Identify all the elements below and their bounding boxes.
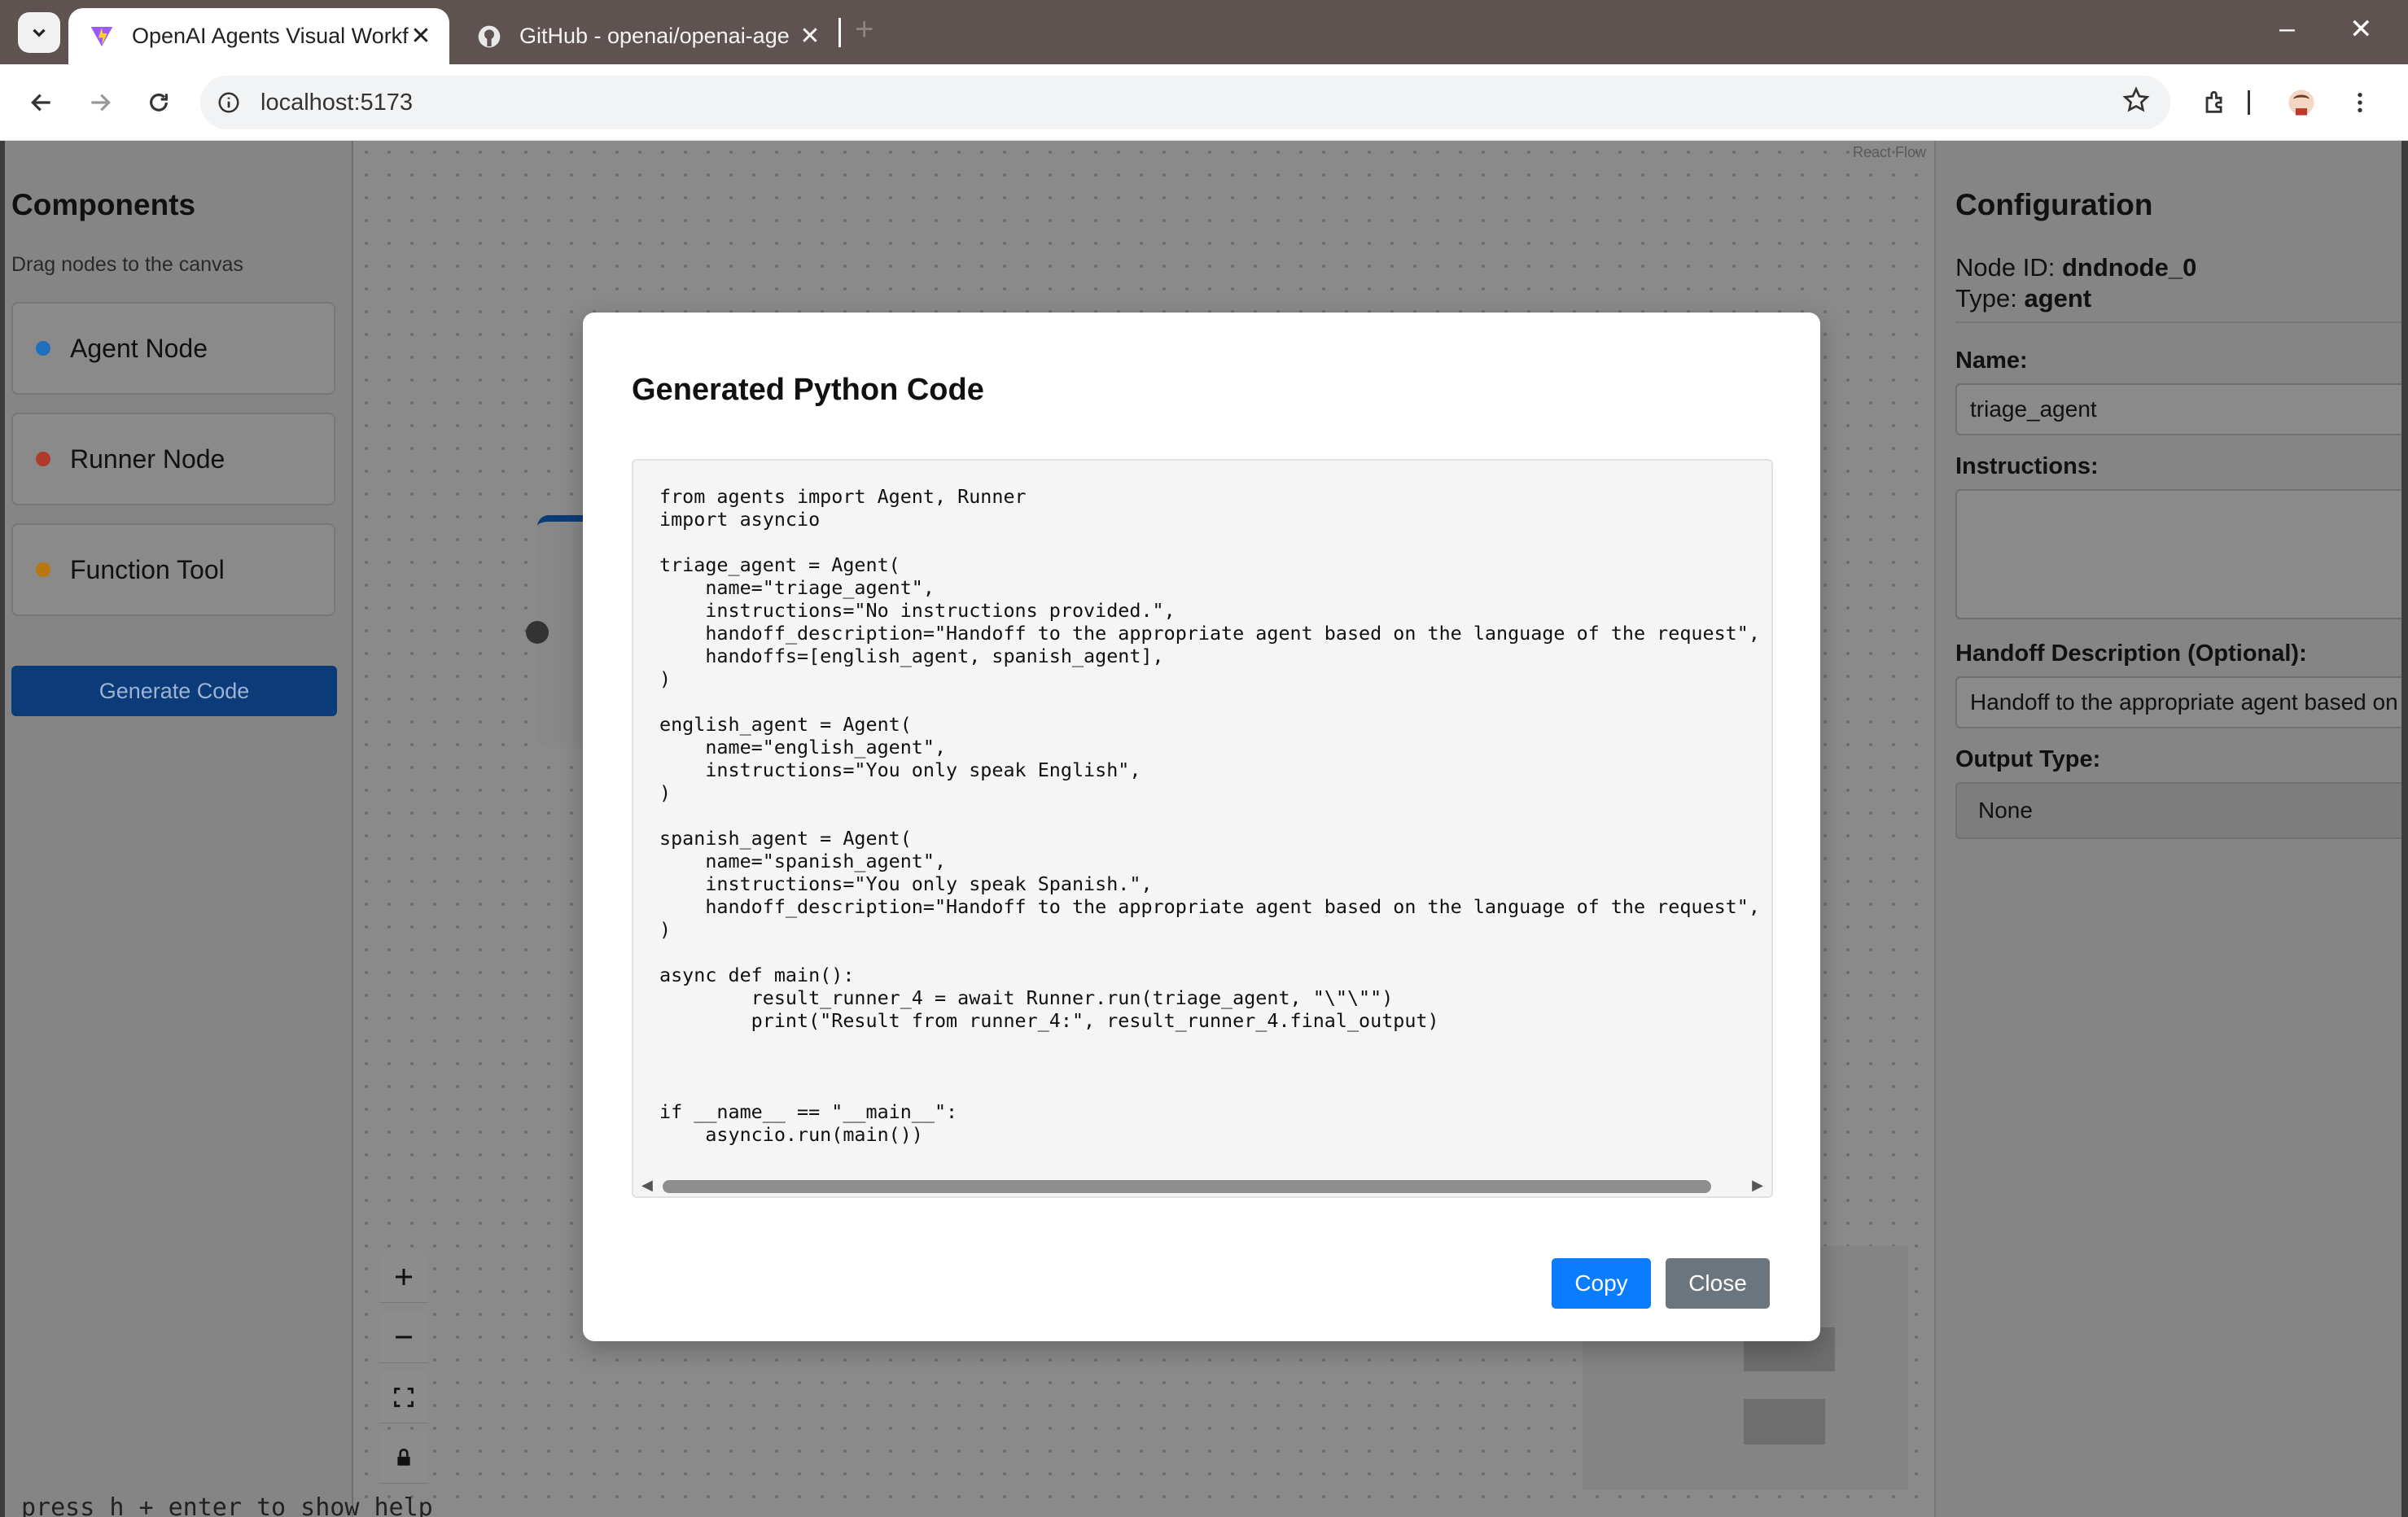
tab-title: OpenAI Agents Visual Workfl	[132, 24, 409, 48]
background-terminal-text: press h + enter to show help	[21, 1493, 433, 1517]
handoff-description-label: Handoff Description (Optional):	[1955, 640, 2307, 667]
fit-view-button[interactable]	[379, 1371, 428, 1423]
function-tool-dot	[36, 562, 50, 577]
node-handle[interactable]	[526, 621, 549, 644]
copy-button[interactable]: Copy	[1552, 1258, 1651, 1309]
forward-icon[interactable]	[80, 82, 120, 123]
agent-node-item[interactable]: Agent Node	[11, 302, 335, 395]
reload-icon[interactable]	[138, 82, 179, 123]
tab-search-button[interactable]	[18, 12, 60, 53]
vite-icon	[88, 23, 116, 50]
output-type-select[interactable]: None	[1955, 782, 2401, 839]
components-panel: Components Drag nodes to the canvas Agen…	[5, 141, 353, 1517]
tab-divider	[838, 18, 841, 47]
scrollbar-thumb[interactable]	[663, 1180, 1711, 1193]
instructions-label: Instructions:	[1955, 453, 2099, 479]
close-tab-icon[interactable]: ✕	[798, 22, 822, 50]
browser-tab-bar: OpenAI Agents Visual Workfl ✕ GitHub - o…	[0, 0, 2408, 64]
divider	[1955, 321, 2401, 323]
minimize-icon[interactable]: –	[2279, 13, 2295, 45]
scroll-left-icon[interactable]: ◀	[641, 1177, 653, 1194]
lock-button[interactable]	[379, 1432, 428, 1484]
name-input[interactable]: triage_agent	[1955, 383, 2401, 435]
new-tab-icon[interactable]: +	[855, 11, 873, 48]
close-button[interactable]: Close	[1666, 1258, 1770, 1309]
more-menu-icon[interactable]	[2340, 82, 2380, 123]
node-type-value: agent	[2024, 284, 2092, 313]
toolbar-divider	[2240, 82, 2257, 123]
components-hint: Drag nodes to the canvas	[11, 253, 243, 276]
instructions-textarea[interactable]	[1955, 489, 2401, 619]
extensions-icon[interactable]	[2195, 82, 2235, 123]
window-close-icon[interactable]: ✕	[2349, 13, 2373, 46]
url-text: localhost:5173	[261, 89, 414, 116]
tab-title: GitHub - openai/openai-age	[519, 24, 790, 48]
address-bar[interactable]: localhost:5173	[200, 76, 2170, 129]
browser-toolbar: localhost:5173	[0, 64, 2408, 141]
node-item-label: Agent Node	[70, 333, 208, 363]
bookmark-star-icon[interactable]	[2121, 85, 2151, 119]
github-icon	[475, 23, 503, 50]
modal-title: Generated Python Code	[632, 373, 984, 407]
node-type-row: Type: agent	[1955, 284, 2091, 313]
configuration-panel: Configuration Node ID: dndnode_0 Type: a…	[1934, 141, 2401, 1517]
chevron-down-icon	[33, 28, 46, 37]
fit-view-icon	[394, 1387, 414, 1407]
node-item-label: Runner Node	[70, 444, 225, 474]
plus-icon	[396, 1268, 412, 1285]
scroll-right-icon[interactable]: ▶	[1752, 1177, 1763, 1194]
generate-code-button[interactable]: Generate Code	[11, 666, 337, 716]
close-tab-icon[interactable]: ✕	[409, 22, 433, 50]
minus-icon	[396, 1336, 412, 1338]
configuration-title: Configuration	[1955, 188, 2153, 221]
agent-node-dot	[36, 341, 50, 356]
node-id-label: Node ID:	[1955, 253, 2056, 282]
code-block[interactable]: from agents import Agent, Runner import …	[632, 459, 1773, 1198]
lock-icon	[397, 1448, 410, 1466]
zoom-in-button[interactable]	[379, 1251, 428, 1303]
node-id-value: dndnode_0	[2061, 253, 2197, 282]
generated-code-modal: Generated Python Code from agents import…	[583, 313, 1820, 1341]
back-icon[interactable]	[21, 82, 62, 123]
runner-node-dot	[36, 452, 50, 466]
components-title: Components	[11, 188, 196, 221]
output-type-label: Output Type:	[1955, 746, 2101, 772]
runner-node-item[interactable]: Runner Node	[11, 413, 335, 505]
minimap-node	[1744, 1399, 1825, 1445]
tab-github[interactable]: GitHub - openai/openai-age ✕	[456, 8, 838, 64]
node-item-label: Function Tool	[70, 554, 225, 584]
function-tool-item[interactable]: Function Tool	[11, 523, 335, 616]
python-code: from agents import Agent, Runner import …	[659, 485, 1760, 1146]
site-info-icon[interactable]	[217, 90, 241, 115]
tab-openai-agents[interactable]: OpenAI Agents Visual Workfl ✕	[68, 8, 449, 64]
name-label: Name:	[1955, 348, 2028, 374]
horizontal-scrollbar[interactable]: ◀ ▶	[633, 1172, 1771, 1196]
zoom-out-button[interactable]	[379, 1311, 428, 1363]
profile-avatar[interactable]	[2281, 82, 2322, 123]
handoff-description-input[interactable]: Handoff to the appropriate agent based o…	[1955, 676, 2401, 728]
node-type-label: Type:	[1955, 284, 2017, 313]
react-flow-attribution[interactable]: React Flow	[1853, 144, 1926, 161]
node-id-row: Node ID: dndnode_0	[1955, 253, 2196, 282]
